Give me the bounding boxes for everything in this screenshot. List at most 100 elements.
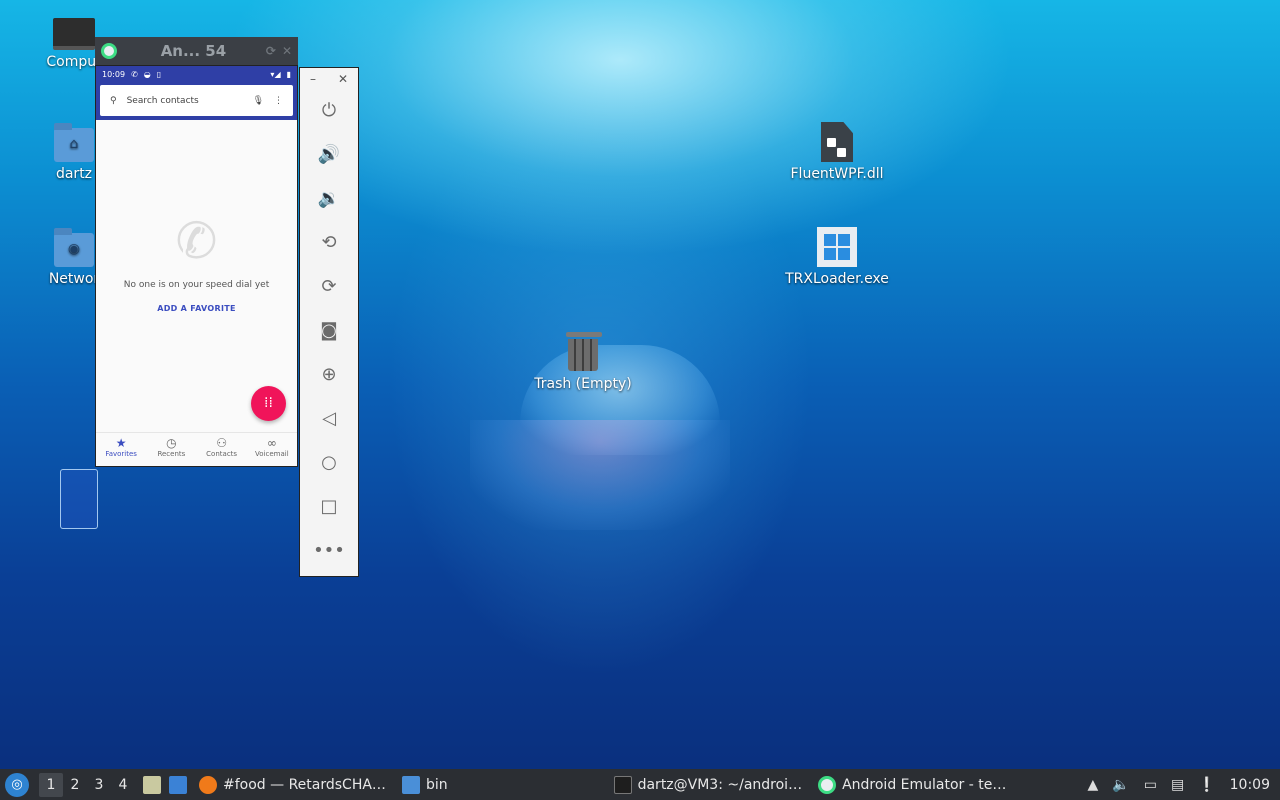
workspace-1[interactable]: 1 bbox=[39, 772, 63, 797]
power-button[interactable]: ⏻ bbox=[300, 88, 358, 132]
quicklaunch bbox=[139, 769, 191, 800]
lubuntu-logo-icon: ◎ bbox=[11, 776, 23, 792]
firefox-icon bbox=[199, 775, 217, 794]
volume-down-icon: 🔉 bbox=[317, 187, 341, 209]
volume-down-button[interactable]: 🔉 bbox=[300, 176, 358, 220]
restore-icon[interactable]: ⟳ bbox=[266, 44, 276, 58]
status-time: 10:09 bbox=[102, 69, 126, 79]
overflow-menu-icon[interactable]: ⋮ bbox=[274, 96, 283, 106]
home-icon: ○ bbox=[321, 451, 337, 473]
nav-voicemail[interactable]: ∞ Voicemail bbox=[247, 433, 297, 466]
camera-icon: ◙ bbox=[320, 319, 338, 341]
volume-up-icon: 🔊 bbox=[317, 143, 341, 165]
star-icon: ★ bbox=[115, 436, 127, 450]
task-terminal[interactable]: dartz@VM3: ~/androi… bbox=[606, 769, 810, 800]
volume-icon[interactable]: 🔈 bbox=[1112, 777, 1129, 793]
start-menu-button[interactable]: ◎ bbox=[5, 772, 29, 797]
nav-favorites[interactable]: ★ Favorites bbox=[96, 433, 146, 466]
phone-status-icon: ✆ bbox=[131, 69, 138, 79]
task-label: Android Emulator - te… bbox=[842, 776, 1007, 793]
network-icon[interactable]: ▭ bbox=[1144, 777, 1157, 793]
search-icon: ⚲ bbox=[110, 95, 117, 106]
wifi-signal-icon: ▾◢ bbox=[270, 69, 281, 79]
android-screen[interactable]: 10:09 ✆ ◒ ▯ ▾◢ ▮ ⚲ Search contacts 🎙 ⋮ ✆… bbox=[95, 65, 298, 467]
microphone-icon[interactable]: 🎙 bbox=[253, 96, 264, 106]
nav-label: Contacts bbox=[206, 450, 238, 458]
nav-contacts[interactable]: ⚇ Contacts bbox=[197, 433, 247, 466]
task-firefox[interactable]: #food — RetardsCHA… bbox=[191, 769, 394, 800]
folder-icon bbox=[401, 775, 420, 794]
task-bin-folder[interactable]: bin bbox=[394, 769, 456, 800]
windows-exe-icon bbox=[817, 227, 857, 267]
close-icon[interactable]: ✕ bbox=[338, 72, 348, 88]
taskbar: ◎ 1 2 3 4 #food — RetardsCHA… bin dartz@… bbox=[0, 769, 1280, 800]
rotate-left-button[interactable]: ⟲ bbox=[300, 220, 358, 264]
android-emulator-icon bbox=[101, 43, 117, 59]
empty-message: No one is on your speed dial yet bbox=[123, 280, 270, 290]
task-label: #food — RetardsCHA… bbox=[223, 776, 386, 793]
rotate-right-button[interactable]: ⟳ bbox=[300, 264, 358, 308]
volume-up-button[interactable]: 🔊 bbox=[300, 132, 358, 176]
update-notifier-icon[interactable]: ❕ bbox=[1198, 777, 1215, 793]
task-label: dartz@VM3: ~/androi… bbox=[637, 776, 803, 793]
power-icon: ⏻ bbox=[321, 99, 337, 121]
bottom-navigation: ★ Favorites ◷ Recents ⚇ Contacts ∞ Voice… bbox=[96, 432, 297, 466]
phone-icon: ✆ bbox=[175, 212, 218, 270]
nav-recents[interactable]: ◷ Recents bbox=[146, 433, 196, 466]
workspace-4[interactable]: 4 bbox=[111, 777, 135, 793]
emulator-side-toolbar: – ✕ ⏻ 🔊 🔉 ⟲ ⟳ ◙ ⊕ ◁ ○ □ ••• bbox=[299, 67, 359, 577]
clock-icon: ◷ bbox=[166, 436, 177, 450]
computer-icon bbox=[53, 18, 95, 50]
overview-button[interactable]: □ bbox=[300, 484, 358, 528]
speed-dial-empty-state: ✆ No one is on your speed dial yet ADD A… bbox=[96, 216, 297, 313]
nav-label: Favorites bbox=[105, 450, 137, 458]
task-android-emulator[interactable]: Android Emulator - te… bbox=[810, 769, 1014, 800]
dialpad-button[interactable]: ⁞⁞ bbox=[251, 386, 286, 421]
desktop-icon-fluentwpf[interactable]: FluentWPF.dll bbox=[782, 122, 892, 182]
clipboard-icon[interactable]: ▤ bbox=[1171, 777, 1184, 793]
people-icon: ⚇ bbox=[216, 436, 227, 450]
home-folder-icon: ⌂ bbox=[54, 123, 94, 162]
notification-icon: ◒ bbox=[143, 69, 151, 79]
back-icon: ◁ bbox=[322, 407, 336, 429]
trash-icon bbox=[566, 332, 602, 372]
system-tray: ▲ 🔈 ▭ ▤ ❕ 10:09 bbox=[1088, 777, 1280, 793]
nav-label: Recents bbox=[157, 450, 186, 458]
search-bar-container: ⚲ Search contacts 🎙 ⋮ bbox=[96, 82, 297, 120]
tray-expand-icon[interactable]: ▲ bbox=[1088, 777, 1099, 793]
battery-icon: ▮ bbox=[286, 69, 291, 79]
android-emulator-icon bbox=[818, 775, 837, 794]
workspace-3[interactable]: 3 bbox=[87, 777, 111, 793]
desktop-icon-trxloader[interactable]: TRXLoader.exe bbox=[782, 227, 892, 287]
more-button[interactable]: ••• bbox=[300, 528, 358, 572]
desktop-selection-box bbox=[60, 469, 98, 529]
dll-file-icon bbox=[821, 122, 853, 162]
search-contacts-box[interactable]: ⚲ Search contacts 🎙 ⋮ bbox=[100, 85, 293, 116]
clock[interactable]: 10:09 bbox=[1230, 777, 1270, 793]
minimize-icon[interactable]: – bbox=[310, 72, 316, 88]
show-desktop-icon[interactable] bbox=[169, 775, 187, 794]
add-favorite-button[interactable]: ADD A FAVORITE bbox=[96, 304, 297, 313]
screenshot-button[interactable]: ◙ bbox=[300, 308, 358, 352]
search-placeholder: Search contacts bbox=[126, 95, 199, 106]
zoom-icon: ⊕ bbox=[321, 363, 337, 385]
terminal-icon bbox=[613, 775, 632, 794]
desktop-icon-trash[interactable]: Trash (Empty) bbox=[528, 332, 638, 392]
file-manager-launcher-icon[interactable] bbox=[143, 775, 161, 794]
workspace-2[interactable]: 2 bbox=[63, 777, 87, 793]
android-statusbar: 10:09 ✆ ◒ ▯ ▾◢ ▮ bbox=[96, 66, 297, 82]
zoom-button[interactable]: ⊕ bbox=[300, 352, 358, 396]
emulator-title: An... 54 bbox=[160, 42, 227, 60]
jellyfish-tentacles bbox=[470, 420, 730, 530]
task-label: bin bbox=[425, 776, 448, 793]
close-icon[interactable]: ✕ bbox=[282, 44, 292, 58]
desktop-icon-label: FluentWPF.dll bbox=[790, 166, 884, 182]
more-icon: ••• bbox=[313, 539, 345, 561]
voicemail-icon: ∞ bbox=[266, 436, 277, 450]
rotate-right-icon: ⟳ bbox=[321, 275, 337, 297]
back-button[interactable]: ◁ bbox=[300, 396, 358, 440]
home-button[interactable]: ○ bbox=[300, 440, 358, 484]
dialpad-icon: ⁞⁞ bbox=[264, 395, 273, 411]
emulator-titlebar[interactable]: An... 54 ⟳ ✕ bbox=[95, 37, 298, 65]
nav-label: Voicemail bbox=[255, 450, 289, 458]
